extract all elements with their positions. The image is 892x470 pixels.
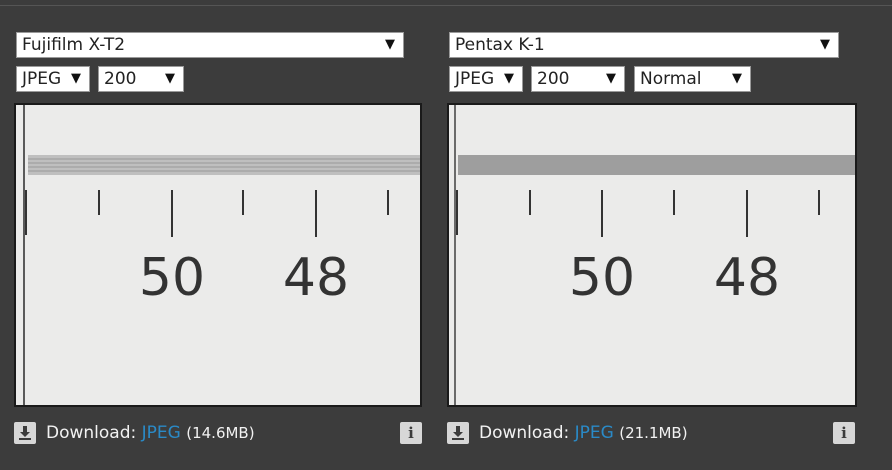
- format-select-right[interactable]: JPEG ▼: [449, 66, 523, 92]
- quality-select-value: Normal: [640, 69, 702, 89]
- chevron-down-icon: ▼: [385, 37, 395, 52]
- vertical-edge-line: [23, 105, 25, 405]
- download-jpeg-link[interactable]: JPEG: [575, 423, 614, 443]
- download-label: Download:: [46, 423, 137, 443]
- download-label: Download:: [479, 423, 570, 443]
- info-icon: i: [408, 424, 414, 442]
- vertical-edge-line: [454, 105, 456, 405]
- download-file-size: (21.1MB): [619, 424, 688, 442]
- resolution-bar: [28, 155, 420, 175]
- right-comparison-panel: Pentax K-1 ▼ JPEG ▼ 200 ▼ Normal ▼ 50 48: [447, 0, 859, 470]
- download-icon: [452, 426, 464, 440]
- image-viewer-right[interactable]: 50 48: [447, 103, 857, 407]
- quality-select-right[interactable]: Normal ▼: [634, 66, 751, 92]
- test-chart-crop-left: 50 48: [16, 105, 420, 405]
- camera-select-value: Pentax K-1: [455, 35, 545, 55]
- chevron-down-icon: ▼: [71, 71, 81, 86]
- test-chart-crop-right: 50 48: [449, 105, 855, 405]
- iso-select-value: 200: [537, 69, 570, 89]
- info-button[interactable]: i: [833, 422, 855, 444]
- download-bar-left: Download: JPEG (14.6MB) i: [14, 422, 424, 446]
- resolution-bar: [458, 155, 855, 175]
- chevron-down-icon: ▼: [504, 71, 514, 86]
- format-select-value: JPEG: [455, 69, 495, 89]
- scale-label-50: 50: [139, 248, 205, 308]
- format-select-value: JPEG: [22, 69, 62, 89]
- iso-select-value: 200: [104, 69, 137, 89]
- info-icon: i: [841, 424, 847, 442]
- iso-select-right[interactable]: 200 ▼: [531, 66, 625, 92]
- download-text: Download: JPEG (14.6MB): [46, 422, 255, 444]
- scale-label-50: 50: [569, 248, 635, 308]
- scale-label-48: 48: [283, 248, 349, 308]
- chevron-down-icon: ▼: [606, 71, 616, 86]
- format-select-left[interactable]: JPEG ▼: [16, 66, 90, 92]
- scale-label-48: 48: [714, 248, 780, 308]
- download-bar-right: Download: JPEG (21.1MB) i: [447, 422, 859, 446]
- download-file-size: (14.6MB): [186, 424, 255, 442]
- camera-select-right[interactable]: Pentax K-1 ▼: [449, 32, 839, 58]
- download-button[interactable]: [447, 422, 469, 444]
- left-comparison-panel: Fujifilm X-T2 ▼ JPEG ▼ 200 ▼ 50 48 Downl…: [14, 0, 424, 470]
- image-viewer-left[interactable]: 50 48: [14, 103, 422, 407]
- download-button[interactable]: [14, 422, 36, 444]
- info-button[interactable]: i: [400, 422, 422, 444]
- chevron-down-icon: ▼: [820, 37, 830, 52]
- chevron-down-icon: ▼: [165, 71, 175, 86]
- download-text: Download: JPEG (21.1MB): [479, 422, 688, 444]
- camera-select-value: Fujifilm X-T2: [22, 35, 126, 55]
- chevron-down-icon: ▼: [732, 71, 742, 86]
- iso-select-left[interactable]: 200 ▼: [98, 66, 184, 92]
- download-icon: [19, 426, 31, 440]
- camera-select-left[interactable]: Fujifilm X-T2 ▼: [16, 32, 404, 58]
- download-jpeg-link[interactable]: JPEG: [142, 423, 181, 443]
